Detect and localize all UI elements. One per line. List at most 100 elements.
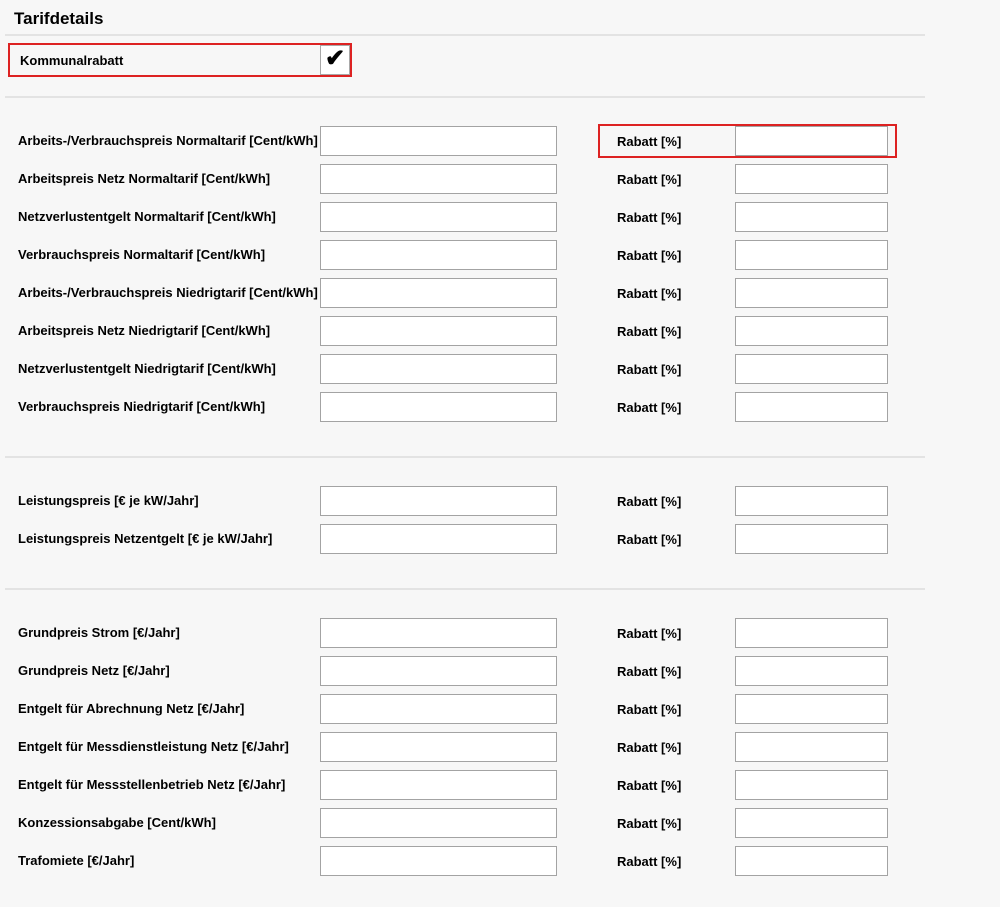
rabatt-input[interactable] bbox=[735, 656, 888, 686]
rabatt-input[interactable] bbox=[735, 486, 888, 516]
rabatt-group: Rabatt [%] bbox=[598, 314, 897, 348]
tarifdetails-form: Arbeits-/Verbrauchspreis Normaltarif [Ce… bbox=[0, 98, 1000, 907]
rabatt-group: Rabatt [%] bbox=[598, 162, 897, 196]
rabatt-label: Rabatt [%] bbox=[617, 664, 735, 679]
field-label: Netzverlustentgelt Niedrigtarif [Cent/kW… bbox=[18, 362, 320, 376]
form-row: Entgelt für Messdienstleistung Netz [€/J… bbox=[0, 732, 1000, 762]
value-input[interactable] bbox=[320, 202, 557, 232]
rabatt-group: Rabatt [%] bbox=[598, 276, 897, 310]
form-section: Grundpreis Strom [€/Jahr] Rabatt [%] Gru… bbox=[0, 590, 1000, 904]
rabatt-label: Rabatt [%] bbox=[617, 778, 735, 793]
rabatt-label: Rabatt [%] bbox=[617, 134, 735, 149]
form-row: Arbeitspreis Netz Niedrigtarif [Cent/kWh… bbox=[0, 316, 1000, 346]
rabatt-group: Rabatt [%] bbox=[598, 390, 897, 424]
rabatt-group: Rabatt [%] bbox=[598, 522, 897, 556]
rabatt-label: Rabatt [%] bbox=[617, 702, 735, 717]
form-row: Verbrauchspreis Normaltarif [Cent/kWh] R… bbox=[0, 240, 1000, 270]
rabatt-input[interactable] bbox=[735, 164, 888, 194]
field-label: Entgelt für Abrechnung Netz [€/Jahr] bbox=[18, 702, 320, 716]
rabatt-group: Rabatt [%] bbox=[598, 124, 897, 158]
rabatt-group: Rabatt [%] bbox=[598, 730, 897, 764]
rabatt-label: Rabatt [%] bbox=[617, 400, 735, 415]
form-row: Trafomiete [€/Jahr] Rabatt [%] bbox=[0, 846, 1000, 876]
rabatt-input[interactable] bbox=[735, 354, 888, 384]
field-label: Arbeitspreis Netz Normaltarif [Cent/kWh] bbox=[18, 172, 320, 186]
form-section: Arbeits-/Verbrauchspreis Normaltarif [Ce… bbox=[0, 98, 1000, 450]
rabatt-input[interactable] bbox=[735, 524, 888, 554]
rabatt-group: Rabatt [%] bbox=[598, 654, 897, 688]
field-label: Verbrauchspreis Niedrigtarif [Cent/kWh] bbox=[18, 400, 320, 414]
field-label: Arbeitspreis Netz Niedrigtarif [Cent/kWh… bbox=[18, 324, 320, 338]
rabatt-group: Rabatt [%] bbox=[598, 806, 897, 840]
form-row: Leistungspreis Netzentgelt [€ je kW/Jahr… bbox=[0, 524, 1000, 554]
rabatt-label: Rabatt [%] bbox=[617, 494, 735, 509]
value-input[interactable] bbox=[320, 846, 557, 876]
rabatt-input[interactable] bbox=[735, 846, 888, 876]
field-label: Grundpreis Strom [€/Jahr] bbox=[18, 626, 320, 640]
kommunalrabatt-row: Kommunalrabatt ✔ bbox=[8, 43, 352, 77]
rabatt-input[interactable] bbox=[735, 808, 888, 838]
form-row: Grundpreis Strom [€/Jahr] Rabatt [%] bbox=[0, 618, 1000, 648]
form-row: Netzverlustentgelt Niedrigtarif [Cent/kW… bbox=[0, 354, 1000, 384]
field-label: Leistungspreis Netzentgelt [€ je kW/Jahr… bbox=[18, 532, 320, 546]
rabatt-group: Rabatt [%] bbox=[598, 238, 897, 272]
value-input[interactable] bbox=[320, 354, 557, 384]
value-input[interactable] bbox=[320, 240, 557, 270]
rabatt-group: Rabatt [%] bbox=[598, 200, 897, 234]
field-label: Trafomiete [€/Jahr] bbox=[18, 854, 320, 868]
value-input[interactable] bbox=[320, 656, 557, 686]
checkmark-icon: ✔ bbox=[325, 47, 345, 71]
rabatt-label: Rabatt [%] bbox=[617, 248, 735, 263]
rabatt-group: Rabatt [%] bbox=[598, 484, 897, 518]
rabatt-label: Rabatt [%] bbox=[617, 740, 735, 755]
value-input[interactable] bbox=[320, 694, 557, 724]
rabatt-label: Rabatt [%] bbox=[617, 210, 735, 225]
form-row: Verbrauchspreis Niedrigtarif [Cent/kWh] … bbox=[0, 392, 1000, 422]
form-row: Entgelt für Abrechnung Netz [€/Jahr] Rab… bbox=[0, 694, 1000, 724]
field-label: Entgelt für Messdienstleistung Netz [€/J… bbox=[18, 740, 320, 754]
form-row: Arbeitspreis Netz Normaltarif [Cent/kWh]… bbox=[0, 164, 1000, 194]
value-input[interactable] bbox=[320, 486, 557, 516]
field-label: Entgelt für Messstellenbetrieb Netz [€/J… bbox=[18, 778, 320, 792]
rabatt-input[interactable] bbox=[735, 770, 888, 800]
field-label: Arbeits-/Verbrauchspreis Normaltarif [Ce… bbox=[18, 134, 320, 148]
rabatt-input[interactable] bbox=[735, 618, 888, 648]
value-input[interactable] bbox=[320, 392, 557, 422]
value-input[interactable] bbox=[320, 770, 557, 800]
rabatt-input[interactable] bbox=[735, 694, 888, 724]
rabatt-label: Rabatt [%] bbox=[617, 324, 735, 339]
form-row: Entgelt für Messstellenbetrieb Netz [€/J… bbox=[0, 770, 1000, 800]
value-input[interactable] bbox=[320, 126, 557, 156]
field-label: Konzessionsabgabe [Cent/kWh] bbox=[18, 816, 320, 830]
value-input[interactable] bbox=[320, 524, 557, 554]
rabatt-label: Rabatt [%] bbox=[617, 532, 735, 547]
rabatt-group: Rabatt [%] bbox=[598, 692, 897, 726]
value-input[interactable] bbox=[320, 618, 557, 648]
field-label: Grundpreis Netz [€/Jahr] bbox=[18, 664, 320, 678]
value-input[interactable] bbox=[320, 278, 557, 308]
form-row: Arbeits-/Verbrauchspreis Niedrigtarif [C… bbox=[0, 278, 1000, 308]
form-row: Grundpreis Netz [€/Jahr] Rabatt [%] bbox=[0, 656, 1000, 686]
kommunalrabatt-label: Kommunalrabatt bbox=[20, 53, 123, 68]
form-row: Arbeits-/Verbrauchspreis Normaltarif [Ce… bbox=[0, 126, 1000, 156]
value-input[interactable] bbox=[320, 808, 557, 838]
value-input[interactable] bbox=[320, 316, 557, 346]
value-input[interactable] bbox=[320, 164, 557, 194]
rabatt-input[interactable] bbox=[735, 278, 888, 308]
rabatt-input[interactable] bbox=[735, 316, 888, 346]
value-input[interactable] bbox=[320, 732, 557, 762]
rabatt-input[interactable] bbox=[735, 240, 888, 270]
field-label: Netzverlustentgelt Normaltarif [Cent/kWh… bbox=[18, 210, 320, 224]
rabatt-input[interactable] bbox=[735, 732, 888, 762]
rabatt-group: Rabatt [%] bbox=[598, 616, 897, 650]
kommunalrabatt-checkbox[interactable]: ✔ bbox=[320, 45, 350, 75]
field-label: Verbrauchspreis Normaltarif [Cent/kWh] bbox=[18, 248, 320, 262]
rabatt-input[interactable] bbox=[735, 202, 888, 232]
rabatt-label: Rabatt [%] bbox=[617, 854, 735, 869]
rabatt-label: Rabatt [%] bbox=[617, 362, 735, 377]
rabatt-input[interactable] bbox=[735, 126, 888, 156]
rabatt-group: Rabatt [%] bbox=[598, 768, 897, 802]
rabatt-label: Rabatt [%] bbox=[617, 286, 735, 301]
field-label: Leistungspreis [€ je kW/Jahr] bbox=[18, 494, 320, 508]
rabatt-input[interactable] bbox=[735, 392, 888, 422]
